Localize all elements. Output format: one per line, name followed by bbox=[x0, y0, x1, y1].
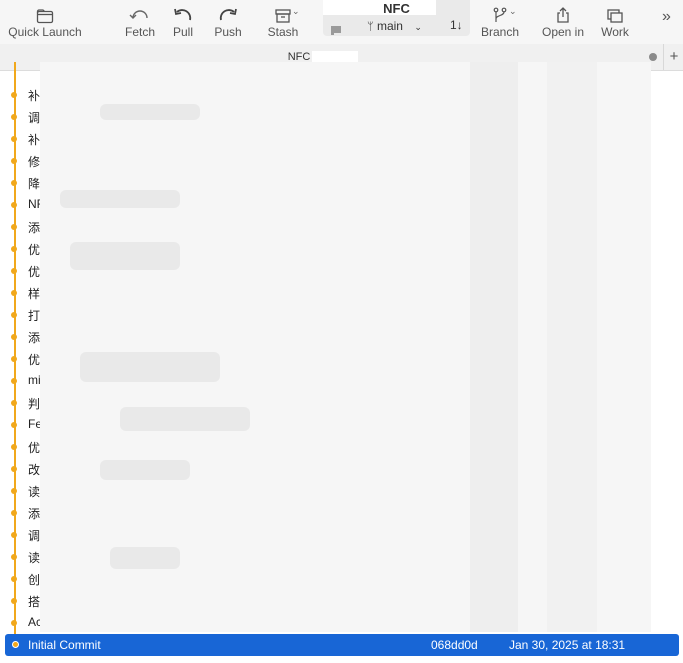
commit-list[interactable]: 补调补修降 NF 添优优样打添优 mi 判 Fe 优改读添调读创搭 Ac Initial Co… bbox=[0, 62, 683, 663]
commit-node bbox=[11, 444, 17, 450]
toolbar-overflow-icon[interactable]: » bbox=[662, 8, 671, 26]
commit-message: 判 bbox=[28, 397, 41, 411]
commit-message: 优 bbox=[28, 243, 41, 257]
commit-node bbox=[11, 400, 17, 406]
commit-node bbox=[11, 114, 17, 120]
repo-branch-selector[interactable]: NFC ᛘ main ⌄ 1↓ bbox=[323, 0, 470, 36]
commit-message: 修 bbox=[28, 155, 41, 169]
redacted-smudge bbox=[110, 547, 180, 569]
commit-node bbox=[11, 158, 17, 164]
commit-message: 搭 bbox=[28, 595, 41, 609]
stash-label: Stash bbox=[267, 25, 299, 39]
commit-node bbox=[11, 378, 17, 384]
fetch-button[interactable]: Fetch bbox=[122, 0, 158, 44]
branch-icon: ᛘ bbox=[367, 21, 374, 33]
redacted-smudge bbox=[100, 460, 190, 480]
commit-message: 优 bbox=[28, 353, 41, 367]
commit-message: 添 bbox=[28, 507, 41, 521]
tab-status-dot bbox=[649, 53, 657, 61]
commit-node bbox=[11, 466, 17, 472]
commit-message: 读 bbox=[28, 485, 41, 499]
commit-node bbox=[11, 202, 17, 208]
fetch-label: Fetch bbox=[124, 25, 155, 39]
work-label: Work bbox=[601, 25, 629, 39]
branch-name: main bbox=[376, 19, 403, 33]
commit-node bbox=[11, 246, 17, 252]
folder-icon bbox=[36, 0, 54, 24]
redacted-smudge bbox=[70, 242, 180, 270]
commit-message: 降 bbox=[28, 177, 41, 191]
commit-node bbox=[11, 136, 17, 142]
commit-message: 补 bbox=[28, 133, 41, 147]
redacted-hash-column bbox=[470, 62, 518, 632]
windows-icon bbox=[606, 0, 624, 24]
commit-message: 调 bbox=[28, 529, 41, 543]
redacted-smudge bbox=[60, 190, 180, 208]
work-button[interactable]: Work bbox=[598, 0, 632, 44]
repo-name: NFC bbox=[383, 1, 410, 16]
commit-message: 补 bbox=[28, 89, 41, 103]
pull-label: Pull bbox=[172, 25, 193, 39]
commit-message: 读 bbox=[28, 551, 41, 565]
stash-dropdown-chevron-icon[interactable]: ⌄ bbox=[292, 6, 300, 17]
fetch-icon bbox=[129, 0, 151, 24]
commit-node bbox=[11, 290, 17, 296]
commit-message: Initial Commit bbox=[28, 638, 101, 652]
commit-message: 打 bbox=[28, 309, 41, 323]
commit-message: 创 bbox=[28, 573, 41, 587]
commit-node bbox=[11, 576, 17, 582]
redacted-area bbox=[40, 62, 651, 632]
push-label: Push bbox=[214, 25, 242, 39]
commit-node bbox=[11, 180, 17, 186]
commit-node bbox=[11, 92, 17, 98]
pull-icon bbox=[172, 0, 194, 24]
commit-node bbox=[11, 422, 17, 428]
branch-dropdown-chevron-icon[interactable]: ⌄ bbox=[509, 6, 517, 17]
commit-node bbox=[11, 356, 17, 362]
commit-message: 样 bbox=[28, 287, 41, 301]
branch-label: Branch bbox=[480, 25, 520, 39]
commit-node bbox=[11, 620, 17, 626]
commit-message: 调 bbox=[28, 111, 41, 125]
commit-node bbox=[11, 268, 17, 274]
push-icon bbox=[217, 0, 239, 24]
redacted-smudge bbox=[120, 407, 250, 431]
share-icon bbox=[555, 0, 571, 24]
quick-launch-button[interactable]: Quick Launch bbox=[8, 0, 82, 44]
redacted-smudge bbox=[80, 352, 220, 382]
commit-message: 添 bbox=[28, 331, 41, 345]
push-button[interactable]: Push bbox=[211, 0, 245, 44]
commit-date: Jan 30, 2025 at 18:31 bbox=[509, 638, 626, 652]
commit-node bbox=[11, 488, 17, 494]
commit-node bbox=[11, 224, 17, 230]
current-branch[interactable]: ᛘ main ⌄ bbox=[367, 19, 422, 33]
open-in-button[interactable]: Open in bbox=[540, 0, 586, 44]
redacted-smudge bbox=[100, 104, 200, 120]
selected-commit-row[interactable]: Initial Commit 068dd0d Jan 30, 2025 at 1… bbox=[5, 634, 679, 656]
git-branch-icon bbox=[492, 0, 508, 24]
commit-node bbox=[11, 554, 17, 560]
commit-message: 改 bbox=[28, 463, 41, 477]
commit-node bbox=[11, 532, 17, 538]
toolbar: Quick Launch Fetch Pull Push Stash ⌄ NFC bbox=[0, 0, 683, 44]
open-in-label: Open in bbox=[541, 25, 585, 39]
redacted-date-column bbox=[547, 62, 597, 632]
commit-node bbox=[11, 598, 17, 604]
commit-message: 优 bbox=[28, 441, 41, 455]
commit-hash: 068dd0d bbox=[431, 638, 478, 652]
sort-order-icon[interactable]: 1↓ bbox=[450, 18, 463, 32]
commit-message: 优 bbox=[28, 265, 41, 279]
branch-chevron-icon: ⌄ bbox=[414, 22, 422, 32]
commit-node bbox=[11, 334, 17, 340]
commit-message: mi bbox=[28, 373, 41, 387]
commit-message: 添 bbox=[28, 221, 41, 235]
stash-icon bbox=[274, 0, 292, 24]
commit-node bbox=[11, 510, 17, 516]
message-icon bbox=[330, 22, 342, 40]
pull-button[interactable]: Pull bbox=[167, 0, 199, 44]
commit-node bbox=[12, 641, 19, 648]
quick-launch-label: Quick Launch bbox=[8, 25, 82, 39]
commit-node bbox=[11, 312, 17, 318]
